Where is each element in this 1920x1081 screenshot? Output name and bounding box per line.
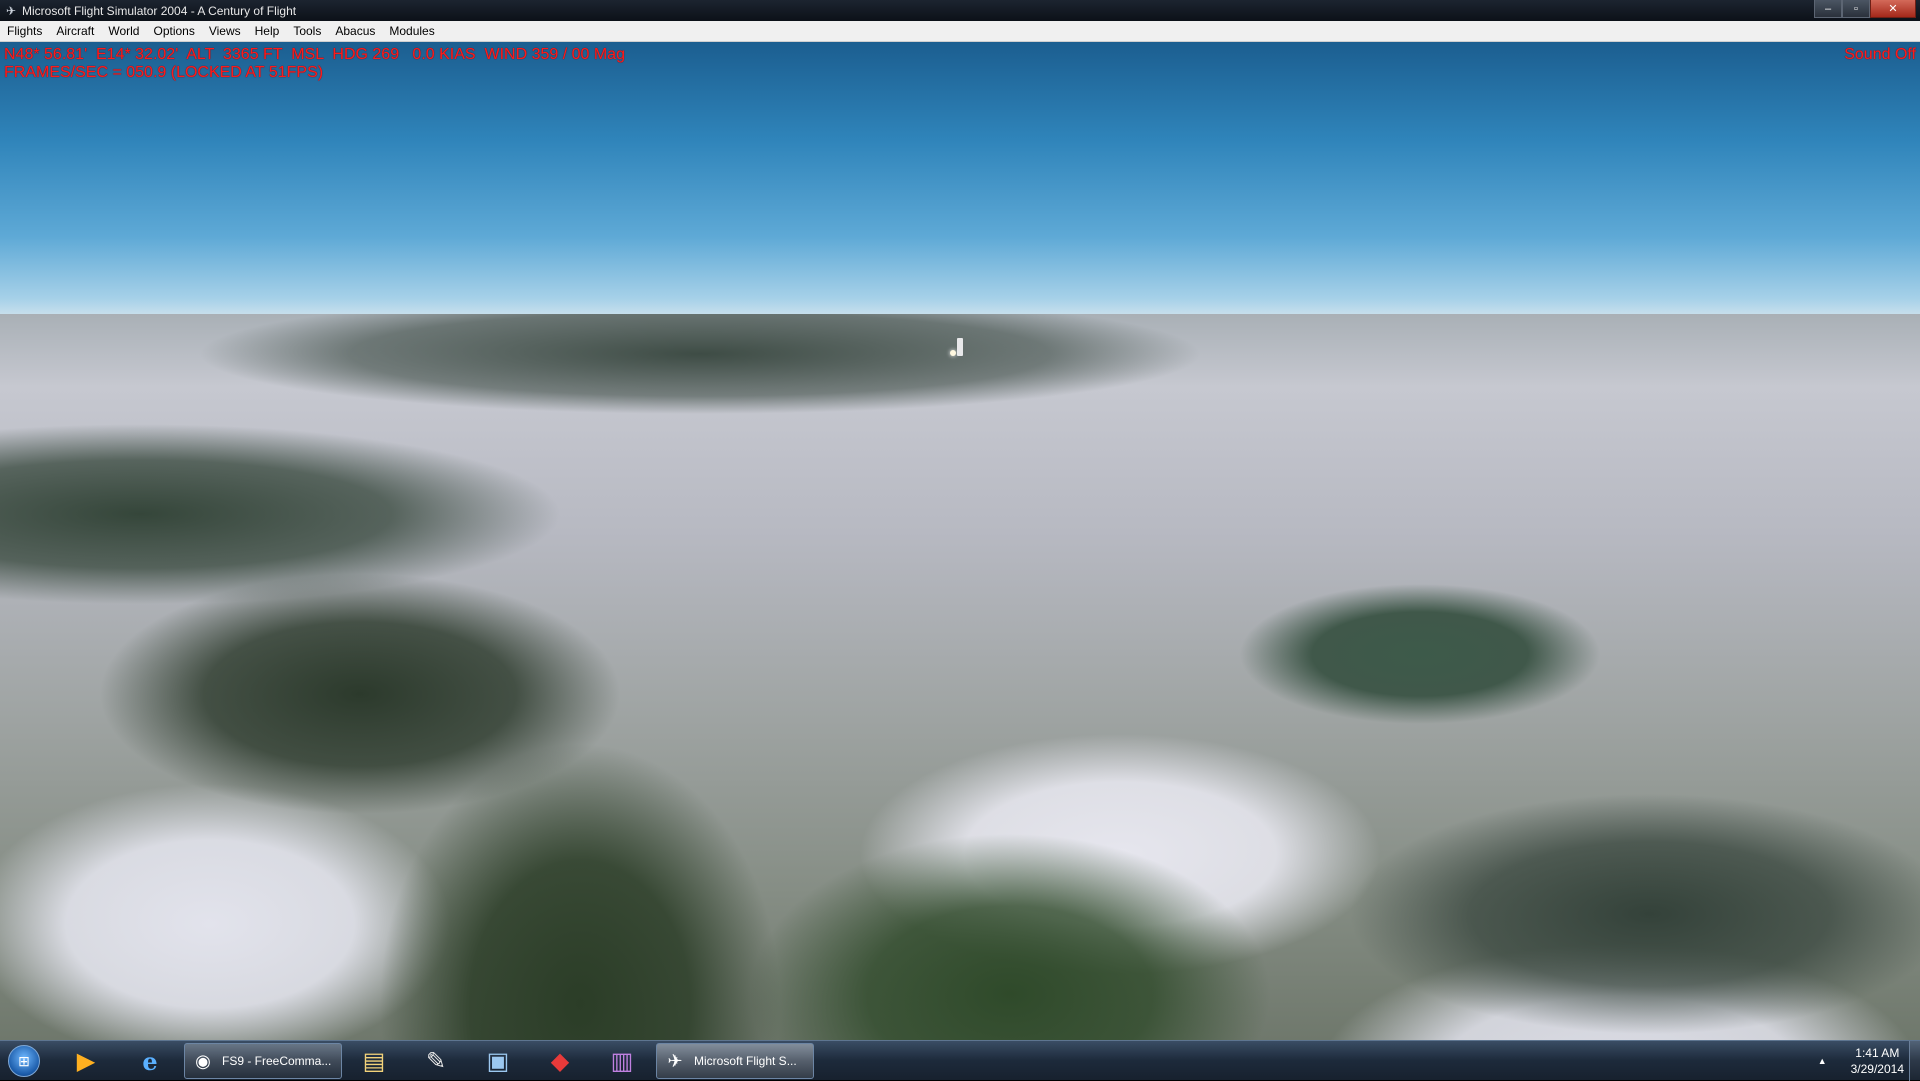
maximize-button[interactable]: ▫ bbox=[1842, 0, 1870, 18]
title-bar[interactable]: ✈ Microsoft Flight Simulator 2004 - A Ce… bbox=[0, 0, 1920, 21]
taskbar-app-label: FS9 - FreeComma... bbox=[222, 1054, 332, 1068]
hud-readout: N48* 56.81' E14* 32.02' ALT 3365 FT MSL … bbox=[4, 46, 625, 82]
menu-views[interactable]: Views bbox=[202, 21, 248, 42]
clock-time: 1:41 AM bbox=[1855, 1046, 1900, 1060]
snowy-terrain bbox=[0, 314, 1920, 1040]
sound-status: Sound Off bbox=[1844, 46, 1916, 63]
internet-explorer-icon[interactable]: e bbox=[124, 1044, 176, 1078]
menu-bar: Flights Aircraft World Options Views Hel… bbox=[0, 21, 1920, 42]
distant-tower bbox=[957, 338, 963, 356]
flight-simulator-icon: ✈ bbox=[667, 1050, 683, 1071]
menu-aircraft[interactable]: Aircraft bbox=[49, 21, 101, 42]
taskbar-app-flight-simulator[interactable]: ✈ Microsoft Flight S... bbox=[656, 1043, 814, 1079]
menu-options[interactable]: Options bbox=[146, 21, 201, 42]
file-explorer-icon[interactable]: ▤ bbox=[348, 1044, 400, 1078]
paint-icon[interactable]: ✎ bbox=[410, 1044, 462, 1078]
start-button[interactable]: ⊞ bbox=[4, 1042, 44, 1080]
taskbar-app-label: Microsoft Flight S... bbox=[694, 1054, 797, 1068]
fs9-freecommander-icon: ◉ bbox=[195, 1050, 211, 1071]
menu-modules[interactable]: Modules bbox=[382, 21, 441, 42]
flight-simulator-window: ✈ Microsoft Flight Simulator 2004 - A Ce… bbox=[0, 0, 1920, 1081]
sky bbox=[0, 42, 1920, 320]
caption-buttons: – ▫ ✕ bbox=[1814, 0, 1916, 19]
window-title: Microsoft Flight Simulator 2004 - A Cent… bbox=[22, 3, 297, 18]
menu-help[interactable]: Help bbox=[248, 21, 287, 42]
colorful-app-icon[interactable]: ◆ bbox=[534, 1044, 586, 1078]
distant-light bbox=[950, 350, 956, 356]
media-player-icon[interactable]: ▶ bbox=[60, 1044, 112, 1078]
show-hidden-icons-button[interactable]: ▲ bbox=[1818, 1056, 1827, 1066]
taskbar: ⊞ ▶ e ◉ FS9 - FreeComma... ▤ ✎ ▣ ◆ ▥ ✈ M… bbox=[0, 1040, 1920, 1081]
close-button[interactable]: ✕ bbox=[1870, 0, 1916, 18]
menu-flights[interactable]: Flights bbox=[0, 21, 49, 42]
clock[interactable]: 1:41 AM 3/29/2014 bbox=[1851, 1045, 1904, 1077]
hud-position-line: N48* 56.81' E14* 32.02' ALT 3365 FT MSL … bbox=[4, 46, 625, 63]
taskbar-app-fs9-freecommander[interactable]: ◉ FS9 - FreeComma... bbox=[184, 1043, 342, 1079]
winrar-icon[interactable]: ▥ bbox=[596, 1044, 648, 1078]
clock-date: 3/29/2014 bbox=[1850, 1062, 1904, 1076]
menu-abacus[interactable]: Abacus bbox=[328, 21, 382, 42]
hud-framerate-line: FRAMES/SEC = 050.9 (LOCKED AT 51FPS) bbox=[4, 64, 324, 81]
menu-world[interactable]: World bbox=[101, 21, 146, 42]
minimize-button[interactable]: – bbox=[1814, 0, 1842, 18]
menu-tools[interactable]: Tools bbox=[286, 21, 328, 42]
windows-orb-icon: ⊞ bbox=[8, 1045, 40, 1077]
plane-icon[interactable]: ✈ bbox=[4, 4, 18, 18]
show-desktop-button[interactable] bbox=[1909, 1041, 1920, 1081]
simulator-viewport[interactable]: N48* 56.81' E14* 32.02' ALT 3365 FT MSL … bbox=[0, 42, 1920, 1040]
control-panel-icon[interactable]: ▣ bbox=[472, 1044, 524, 1078]
system-tray: ▲ 1:41 AM 3/29/2014 bbox=[1818, 1044, 1910, 1078]
